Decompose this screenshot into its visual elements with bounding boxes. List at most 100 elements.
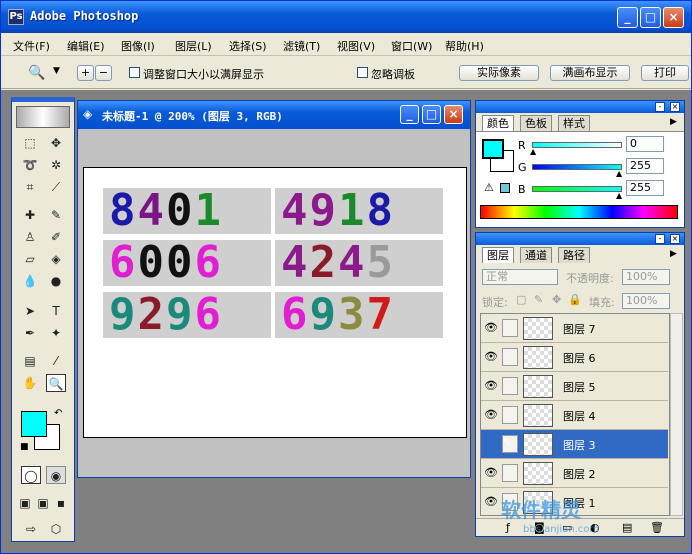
menu-select[interactable]: 选择(S): [229, 38, 267, 54]
tab-styles[interactable]: 样式: [558, 115, 590, 131]
layer-brush-icon[interactable]: ✎: [502, 435, 518, 453]
default-colors-icon[interactable]: ■: [20, 442, 29, 452]
eraser-tool-icon[interactable]: ▱: [20, 250, 40, 268]
lock-transparent-icon[interactable]: ▢: [516, 293, 526, 306]
b-input[interactable]: 255: [626, 180, 664, 196]
imageready-icon[interactable]: ⬡: [46, 520, 66, 538]
layers-panel-minimize-icon[interactable]: -: [655, 234, 665, 244]
tab-swatches[interactable]: 色板: [520, 115, 552, 131]
path-selection-tool-icon[interactable]: ➤: [20, 302, 40, 320]
layer-link-box[interactable]: [502, 377, 518, 395]
notes-tool-icon[interactable]: ▤: [20, 352, 40, 370]
r-input[interactable]: 0: [626, 136, 664, 152]
out-of-gamut-warning-icon[interactable]: ⚠: [484, 181, 494, 194]
jump-to-imageready-icon[interactable]: ⇨: [21, 520, 41, 538]
color-panel-close-icon[interactable]: ×: [670, 102, 680, 112]
marquee-tool-icon[interactable]: ⬚: [20, 134, 40, 152]
lock-all-icon[interactable]: 🔒: [568, 293, 582, 306]
print-size-button[interactable]: 打印: [641, 65, 689, 81]
swap-colors-icon[interactable]: ↶: [54, 408, 62, 419]
layer-link-box[interactable]: [502, 464, 518, 482]
resize-window-checkbox[interactable]: [129, 67, 140, 78]
visibility-eye-icon[interactable]: 👁: [484, 495, 498, 509]
full-screen-menu-mode-icon[interactable]: ▣: [35, 494, 51, 512]
layer-row[interactable]: 👁 图层 2: [481, 459, 668, 488]
standard-screen-mode-icon[interactable]: ▣: [17, 494, 33, 512]
type-tool-icon[interactable]: T: [46, 302, 66, 320]
menu-edit[interactable]: 编辑(E): [67, 38, 105, 54]
b-slider[interactable]: [532, 186, 622, 192]
g-slider-handle-icon[interactable]: ▲: [616, 169, 622, 178]
layer-link-box[interactable]: [502, 406, 518, 424]
magic-wand-tool-icon[interactable]: ✲: [46, 156, 66, 174]
menu-help[interactable]: 帮助(H): [445, 38, 484, 54]
visibility-eye-icon[interactable]: 👁: [484, 321, 498, 335]
foreground-color-swatch[interactable]: [21, 411, 47, 437]
shape-tool-icon[interactable]: ✦: [46, 324, 66, 342]
eye-logo-icon[interactable]: [16, 106, 70, 128]
document-minimize-button[interactable]: _: [400, 105, 419, 124]
actual-pixels-button[interactable]: 实际像素: [459, 65, 539, 81]
tab-color[interactable]: 颜色: [482, 115, 514, 131]
full-screen-mode-icon[interactable]: ▪: [53, 494, 69, 512]
visibility-eye-icon[interactable]: 👁: [484, 350, 498, 364]
standard-mode-icon[interactable]: ◯: [21, 466, 41, 484]
move-tool-icon[interactable]: ✥: [46, 134, 66, 152]
layer-row[interactable]: 👁 图层 7: [481, 314, 668, 343]
zoom-tool-icon[interactable]: 🔍: [28, 65, 45, 81]
healing-brush-tool-icon[interactable]: ✚: [20, 206, 40, 224]
color-panel-foreground-swatch[interactable]: [482, 139, 504, 159]
layer-row[interactable]: 👁 图层 4: [481, 401, 668, 430]
dodge-tool-icon[interactable]: ●: [46, 272, 66, 290]
r-slider-handle-icon[interactable]: ▲: [530, 147, 536, 156]
menu-filter[interactable]: 滤镜(T): [283, 38, 320, 54]
lasso-tool-icon[interactable]: ➰: [20, 156, 40, 174]
gamut-swatch[interactable]: [500, 183, 510, 193]
minimize-button[interactable]: _: [617, 7, 638, 28]
zoom-out-icon[interactable]: −: [95, 65, 112, 81]
menu-window[interactable]: 窗口(W): [391, 38, 432, 54]
color-panel-titlebar[interactable]: - ×: [476, 101, 684, 113]
image-canvas[interactable]: 8401 4918 6006 4245 9296 6937: [83, 167, 467, 438]
crop-tool-icon[interactable]: ⌗: [20, 178, 40, 196]
layers-panel-close-icon[interactable]: ×: [670, 234, 680, 244]
layer-link-box[interactable]: [502, 348, 518, 366]
lock-position-icon[interactable]: ✥: [552, 293, 561, 306]
delete-layer-icon[interactable]: 🗑: [650, 521, 664, 534]
blend-mode-select[interactable]: 正常: [482, 269, 558, 285]
clone-stamp-tool-icon[interactable]: ♙: [20, 228, 40, 246]
tab-paths[interactable]: 路径: [558, 247, 590, 263]
fill-input[interactable]: 100%: [622, 293, 670, 309]
b-slider-handle-icon[interactable]: ▲: [616, 191, 622, 200]
lock-image-icon[interactable]: ✎: [534, 293, 543, 306]
brush-tool-icon[interactable]: ✎: [46, 206, 66, 224]
quick-mask-mode-icon[interactable]: ◉: [46, 466, 66, 484]
layer-row[interactable]: 👁 图层 6: [481, 343, 668, 372]
opacity-input[interactable]: 100%: [622, 269, 670, 285]
eyedropper-tool-icon[interactable]: ⁄: [46, 352, 66, 370]
layer-row[interactable]: 👁 图层 5: [481, 372, 668, 401]
document-title-bar[interactable]: ◈ 未标题-1 @ 200% (图层 3, RGB) _ □ ×: [78, 101, 470, 129]
menu-view[interactable]: 视图(V): [337, 38, 375, 54]
title-bar[interactable]: Ps Adobe Photoshop _ □ ×: [1, 1, 691, 33]
maximize-button[interactable]: □: [640, 7, 661, 28]
document-close-button[interactable]: ×: [444, 105, 463, 124]
blur-tool-icon[interactable]: 💧: [20, 272, 40, 290]
layers-scrollbar[interactable]: [670, 313, 683, 516]
tab-layers[interactable]: 图层: [482, 247, 514, 263]
zoom-tool-icon[interactable]: 🔍: [46, 374, 66, 392]
layers-panel-menu-icon[interactable]: ▶: [670, 249, 677, 259]
visibility-eye-icon[interactable]: 👁: [484, 408, 498, 422]
menu-image[interactable]: 图像(I): [121, 38, 155, 54]
pen-tool-icon[interactable]: ✒: [20, 324, 40, 342]
paint-bucket-tool-icon[interactable]: ◈: [46, 250, 66, 268]
new-layer-icon[interactable]: ▤: [622, 521, 632, 534]
hand-tool-icon[interactable]: ✋: [20, 374, 40, 392]
r-slider[interactable]: [532, 142, 622, 148]
slice-tool-icon[interactable]: ⟋: [46, 178, 66, 196]
close-button[interactable]: ×: [663, 7, 684, 28]
visibility-eye-icon[interactable]: 👁: [484, 466, 498, 480]
document-maximize-button[interactable]: □: [422, 105, 441, 124]
history-brush-tool-icon[interactable]: ✐: [46, 228, 66, 246]
fit-screen-button[interactable]: 满画布显示: [550, 65, 630, 81]
